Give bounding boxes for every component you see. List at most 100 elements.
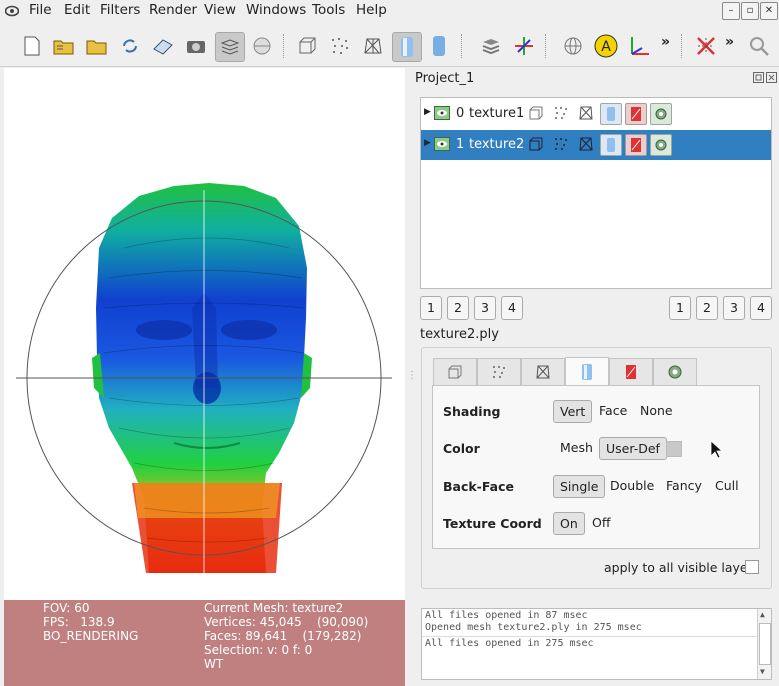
left-slot-button-2[interactable]: 2 xyxy=(447,296,469,320)
panel-title: Project_1 xyxy=(415,71,475,86)
app-icon xyxy=(4,4,20,22)
backface-cull-option[interactable]: Cull xyxy=(709,475,745,496)
open-mesh-icon[interactable] xyxy=(83,32,111,60)
apply-all-checkbox[interactable] xyxy=(745,560,759,574)
tab-points[interactable] xyxy=(477,358,521,385)
right-slot-button-1[interactable]: 1 xyxy=(669,296,691,320)
layer-name[interactable]: texture1 xyxy=(469,106,524,121)
current-mesh-text: Current Mesh: texture2 xyxy=(204,601,344,615)
scroll-down-icon[interactable]: ▼ xyxy=(760,667,765,676)
menu-edit[interactable]: Edit xyxy=(64,2,90,18)
tab-wireframe[interactable] xyxy=(521,358,565,385)
globe-icon[interactable] xyxy=(559,32,587,60)
toolbar-overflow-icon[interactable]: » xyxy=(725,34,734,50)
menu-tools[interactable]: Tools xyxy=(312,2,345,18)
layer-name[interactable]: texture2 xyxy=(469,137,524,152)
wireframe-icon[interactable] xyxy=(579,106,593,124)
layer-stack-icon[interactable] xyxy=(477,32,505,60)
backface-fancy-option[interactable]: Fancy xyxy=(660,475,708,496)
restore-icon[interactable]: ▫ xyxy=(741,2,759,20)
faces-text: Faces: 89,641 (179,282) xyxy=(204,629,362,643)
fps-text: FPS: 138.9 xyxy=(43,615,115,629)
bbox-icon[interactable] xyxy=(529,137,543,155)
backface-double-option[interactable]: Double xyxy=(604,475,660,496)
bbox-icon[interactable] xyxy=(529,106,543,124)
points-icon[interactable] xyxy=(326,32,354,60)
reload-icon[interactable] xyxy=(116,32,144,60)
right-slot-button-3[interactable]: 3 xyxy=(723,296,745,320)
panel-float-icon[interactable] xyxy=(753,72,764,87)
axes-icon[interactable] xyxy=(510,32,538,60)
color-userdef-option[interactable]: User-Def xyxy=(599,437,667,460)
menu-render[interactable]: Render xyxy=(149,2,197,18)
visibility-eye-icon[interactable] xyxy=(434,137,450,155)
color-swatch[interactable] xyxy=(666,441,682,457)
menu-filters[interactable]: Filters xyxy=(100,2,140,18)
bbox-icon[interactable] xyxy=(293,32,321,60)
log-scrollbar[interactable]: ▲ ▼ xyxy=(757,609,771,679)
menu-view[interactable]: View xyxy=(204,2,236,18)
tab-texture[interactable] xyxy=(609,358,653,385)
layer-row[interactable]: ▶ 0 texture1 xyxy=(421,99,771,129)
tab-shading[interactable] xyxy=(565,357,609,386)
toolbar-overflow-icon[interactable]: » xyxy=(661,34,670,50)
backface-single-option[interactable]: Single xyxy=(553,475,606,498)
wireframe-icon[interactable] xyxy=(359,32,387,60)
tab-extra[interactable] xyxy=(653,358,697,385)
xyz-axes-icon[interactable] xyxy=(625,32,653,60)
right-slot-button-2[interactable]: 2 xyxy=(696,296,718,320)
shading-none-option[interactable]: None xyxy=(634,400,679,421)
selection-tool-icon[interactable] xyxy=(692,32,720,60)
wireframe-icon[interactable] xyxy=(579,137,593,155)
color-mesh-option[interactable]: Mesh xyxy=(554,437,599,458)
visibility-eye-icon[interactable] xyxy=(434,106,450,124)
shading-vert-option[interactable]: Vert xyxy=(553,400,593,423)
mesh-render[interactable] xyxy=(4,68,405,600)
open-project-icon[interactable] xyxy=(50,32,78,60)
texcoord-on-option[interactable]: On xyxy=(553,512,585,535)
points-icon[interactable] xyxy=(554,137,568,155)
panel-close-icon[interactable] xyxy=(766,72,777,87)
expand-arrow-icon[interactable]: ▶ xyxy=(424,138,431,148)
left-slot-button-4[interactable]: 4 xyxy=(501,296,523,320)
close-icon[interactable]: ✕ xyxy=(760,2,778,20)
flat-shading-icon[interactable] xyxy=(425,32,453,60)
left-slot-button-3[interactable]: 3 xyxy=(474,296,496,320)
scroll-thumb[interactable] xyxy=(759,623,771,665)
zoom-icon[interactable] xyxy=(745,32,773,60)
layers-icon[interactable] xyxy=(215,32,245,62)
new-project-icon[interactable] xyxy=(18,32,46,60)
log-line: All files opened in 275 msec xyxy=(425,638,594,649)
expand-arrow-icon[interactable]: ▶ xyxy=(424,107,431,117)
tab-bbox[interactable] xyxy=(433,358,477,385)
gear-texture-icon[interactable] xyxy=(650,134,672,156)
layer-row-selected[interactable]: ▶ 1 texture2 xyxy=(421,130,771,160)
layer-list: ▶ 0 texture1 ▶ 1 texture2 xyxy=(420,97,772,289)
minimize-icon[interactable]: – xyxy=(722,2,740,20)
menu-help[interactable]: Help xyxy=(356,2,387,18)
gear-texture-icon[interactable] xyxy=(650,103,672,125)
right-slot-button-4[interactable]: 4 xyxy=(750,296,772,320)
texture-icon[interactable] xyxy=(625,103,647,125)
menu-file[interactable]: File xyxy=(29,2,52,18)
splitter-handle[interactable]: ⋮ xyxy=(407,370,417,381)
texture-icon[interactable] xyxy=(625,134,647,156)
sphere-tool-icon[interactable] xyxy=(248,32,276,60)
menu-windows[interactable]: Windows xyxy=(246,2,306,18)
color-label: Color xyxy=(443,441,480,456)
smooth-shading-icon[interactable] xyxy=(600,134,622,156)
apply-all-label: apply to all visible layers xyxy=(604,560,760,575)
3d-viewport[interactable] xyxy=(4,68,405,600)
shading-face-option[interactable]: Face xyxy=(593,400,633,421)
save-icon[interactable] xyxy=(149,32,177,60)
left-slot-button-1[interactable]: 1 xyxy=(420,296,442,320)
texcoord-off-option[interactable]: Off xyxy=(586,512,616,533)
snapshot-icon[interactable] xyxy=(182,32,210,60)
annotation-a-icon[interactable]: A xyxy=(592,32,620,60)
scroll-up-icon[interactable]: ▲ xyxy=(760,610,765,619)
smooth-shading-icon[interactable] xyxy=(392,32,422,62)
smooth-shading-icon[interactable] xyxy=(600,103,622,125)
points-icon[interactable] xyxy=(554,106,568,124)
mouse-cursor-icon xyxy=(710,440,724,463)
toolbar-separator xyxy=(545,34,548,58)
